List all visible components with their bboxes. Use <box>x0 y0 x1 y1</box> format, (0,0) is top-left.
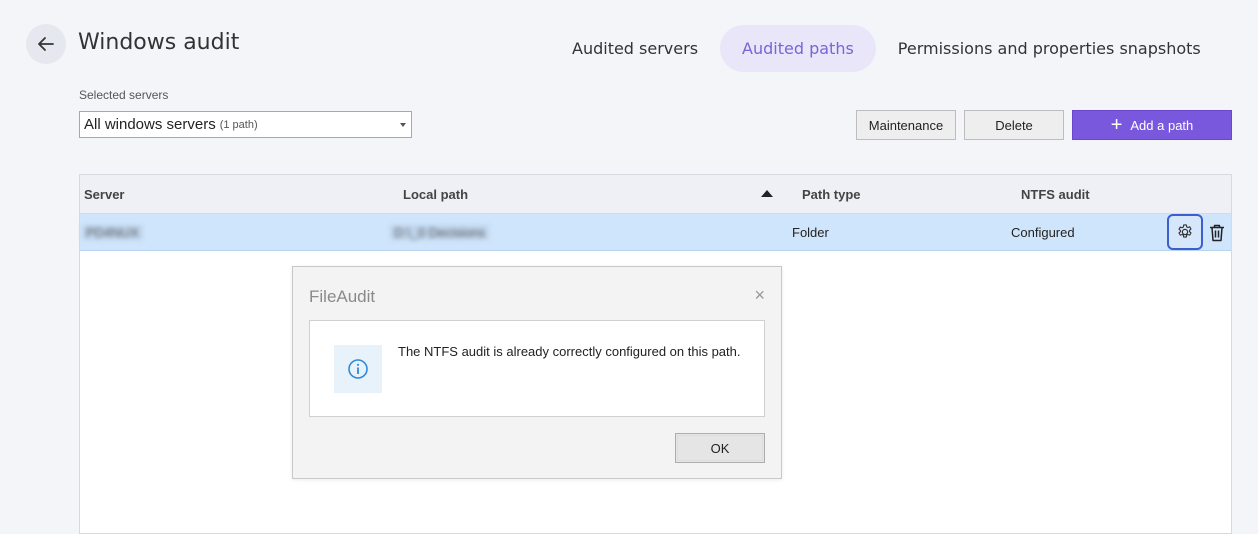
row-local-path: D:\_0 Decisions <box>390 225 490 240</box>
column-header-path-type[interactable]: Path type <box>802 187 861 202</box>
dialog-body: The NTFS audit is already correctly conf… <box>309 320 765 417</box>
delete-row-button[interactable] <box>1206 222 1228 244</box>
delete-button[interactable]: Delete <box>964 110 1064 140</box>
row-server: PD4NUX <box>82 225 143 240</box>
dialog-title: FileAudit <box>309 287 376 306</box>
configure-audit-button[interactable] <box>1167 214 1203 250</box>
close-icon[interactable]: × <box>754 285 765 306</box>
arrow-left-icon <box>38 37 54 51</box>
tab-audited-paths[interactable]: Audited paths <box>720 25 876 72</box>
trash-icon <box>1210 224 1224 242</box>
column-header-server[interactable]: Server <box>84 187 124 202</box>
fileaudit-dialog: FileAudit × The NTFS audit is already co… <box>292 266 782 479</box>
page-title: Windows audit <box>78 30 240 55</box>
info-icon-box <box>334 345 382 393</box>
tab-audited-servers[interactable]: Audited servers <box>550 25 720 72</box>
add-path-button[interactable]: + Add a path <box>1072 110 1232 140</box>
chevron-down-icon <box>400 123 406 127</box>
plus-icon: + <box>1110 114 1123 136</box>
info-icon <box>348 359 368 379</box>
column-header-ntfs-audit[interactable]: NTFS audit <box>1021 187 1090 202</box>
tab-bar: Audited servers Audited paths Permission… <box>550 25 1223 72</box>
table-row[interactable]: PD4NUX D:\_0 Decisions Folder Configured <box>80 214 1231 251</box>
maintenance-button[interactable]: Maintenance <box>856 110 956 140</box>
table-header: Server Local path Path type NTFS audit <box>80 175 1231 214</box>
sort-ascending-icon[interactable] <box>761 190 773 197</box>
server-select[interactable]: All windows servers (1 path) <box>79 111 412 138</box>
server-select-value: All windows servers <box>84 116 216 133</box>
row-ntfs-audit: Configured <box>1011 225 1075 240</box>
selected-servers-label: Selected servers <box>79 88 169 102</box>
server-select-count: (1 path) <box>219 118 258 131</box>
add-path-label: Add a path <box>1130 117 1194 133</box>
back-button[interactable] <box>26 24 66 64</box>
ok-button[interactable]: OK <box>675 433 765 463</box>
row-path-type: Folder <box>792 225 829 240</box>
gear-icon <box>1178 224 1192 238</box>
column-header-local-path[interactable]: Local path <box>403 187 468 202</box>
dialog-message: The NTFS audit is already correctly conf… <box>398 344 741 359</box>
tab-permissions-snapshots[interactable]: Permissions and properties snapshots <box>876 25 1223 72</box>
